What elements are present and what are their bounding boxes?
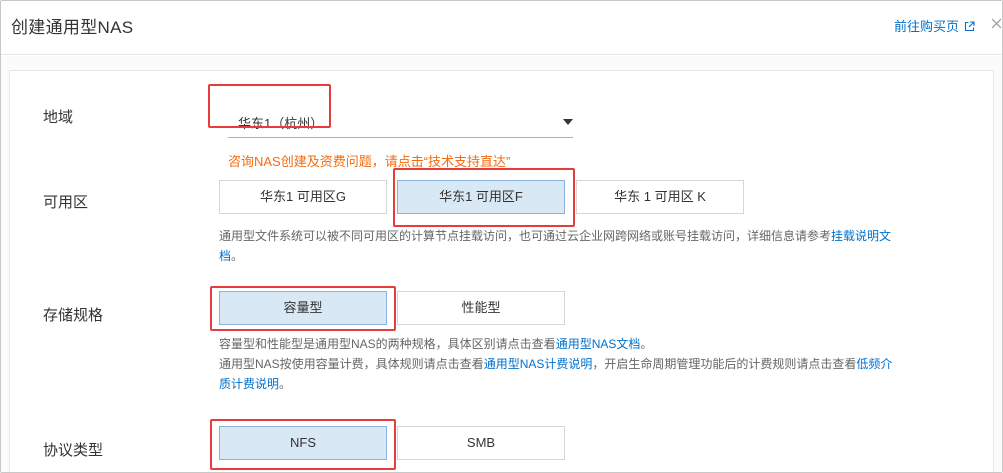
zone-desc-end: 。 [231, 249, 244, 263]
caret-down-icon [563, 119, 573, 125]
zone-desc-text: 通用型文件系统可以被不同可用区的计算节点挂载访问，也可通过云企业网跨网络或账号挂… [219, 229, 832, 243]
dialog-title: 创建通用型NAS [11, 18, 134, 37]
protocol-option-smb[interactable]: SMB [397, 426, 565, 460]
buy-page-link-label: 前往购买页 [894, 19, 960, 34]
mount-doc-link[interactable]: 挂载说明文 [831, 229, 891, 243]
billing-doc-link[interactable]: 通用型NAS计费说明 [484, 357, 593, 371]
storage-desc2-text: 通用型NAS按使用容量计费，具体规则请点击查看 [219, 357, 484, 371]
external-link-icon [964, 21, 975, 32]
form-scroll-area[interactable]: 地域 华东1（杭州） 咨询NAS创建及资费问题，请点击“技术支持直达” 可用区 … [1, 56, 1002, 472]
storage-desc1-end: 。 [640, 337, 653, 351]
storage-option-performance[interactable]: 性能型 [397, 291, 565, 325]
close-icon[interactable] [989, 15, 1001, 35]
zone-label: 可用区 [43, 194, 89, 211]
zone-description: 通用型文件系统可以被不同可用区的计算节点挂载访问，也可通过云企业网跨网络或账号挂… [219, 226, 964, 266]
storage-desc2-mid: ，开启生命周期管理功能后的计费规则请点击查看 [592, 357, 857, 371]
general-nas-doc-link[interactable]: 通用型NAS文档 [556, 337, 641, 351]
storage-option-capacity[interactable]: 容量型 [219, 291, 387, 325]
storage-description: 容量型和性能型是通用型NAS的两种规格，具体区别请点击查看通用型NAS文档。 通用… [219, 334, 964, 394]
ia-billing-link-end[interactable]: 质计费说明 [219, 377, 279, 391]
form-panel: 地域 华东1（杭州） 咨询NAS创建及资费问题，请点击“技术支持直达” 可用区 … [9, 70, 994, 472]
protocol-option-nfs[interactable]: NFS [219, 426, 387, 460]
region-label: 地域 [43, 109, 74, 126]
region-support-hint[interactable]: 咨询NAS创建及资费问题，请点击“技术支持直达” [228, 151, 510, 170]
storage-label: 存储规格 [43, 307, 104, 324]
dialog: 创建通用型NAS 前往购买页 地域 华东1（杭州） 咨询NAS创建及资费问题，请… [0, 0, 1003, 473]
storage-desc2-end: 。 [279, 377, 292, 391]
ia-billing-link[interactable]: 低频介 [856, 357, 892, 371]
region-select[interactable]: 华东1（杭州） [228, 106, 573, 138]
zone-option-k[interactable]: 华东 1 可用区 K [576, 180, 744, 214]
dialog-header: 创建通用型NAS 前往购买页 [1, 1, 1002, 55]
region-select-value: 华东1（杭州） [238, 116, 324, 131]
protocol-label: 协议类型 [43, 442, 104, 459]
mount-doc-link-end[interactable]: 档 [219, 249, 231, 263]
buy-page-link[interactable]: 前往购买页 [894, 16, 975, 35]
zone-option-f[interactable]: 华东1 可用区F [397, 180, 565, 214]
storage-desc1-text: 容量型和性能型是通用型NAS的两种规格，具体区别请点击查看 [219, 337, 556, 351]
zone-option-g[interactable]: 华东1 可用区G [219, 180, 387, 214]
